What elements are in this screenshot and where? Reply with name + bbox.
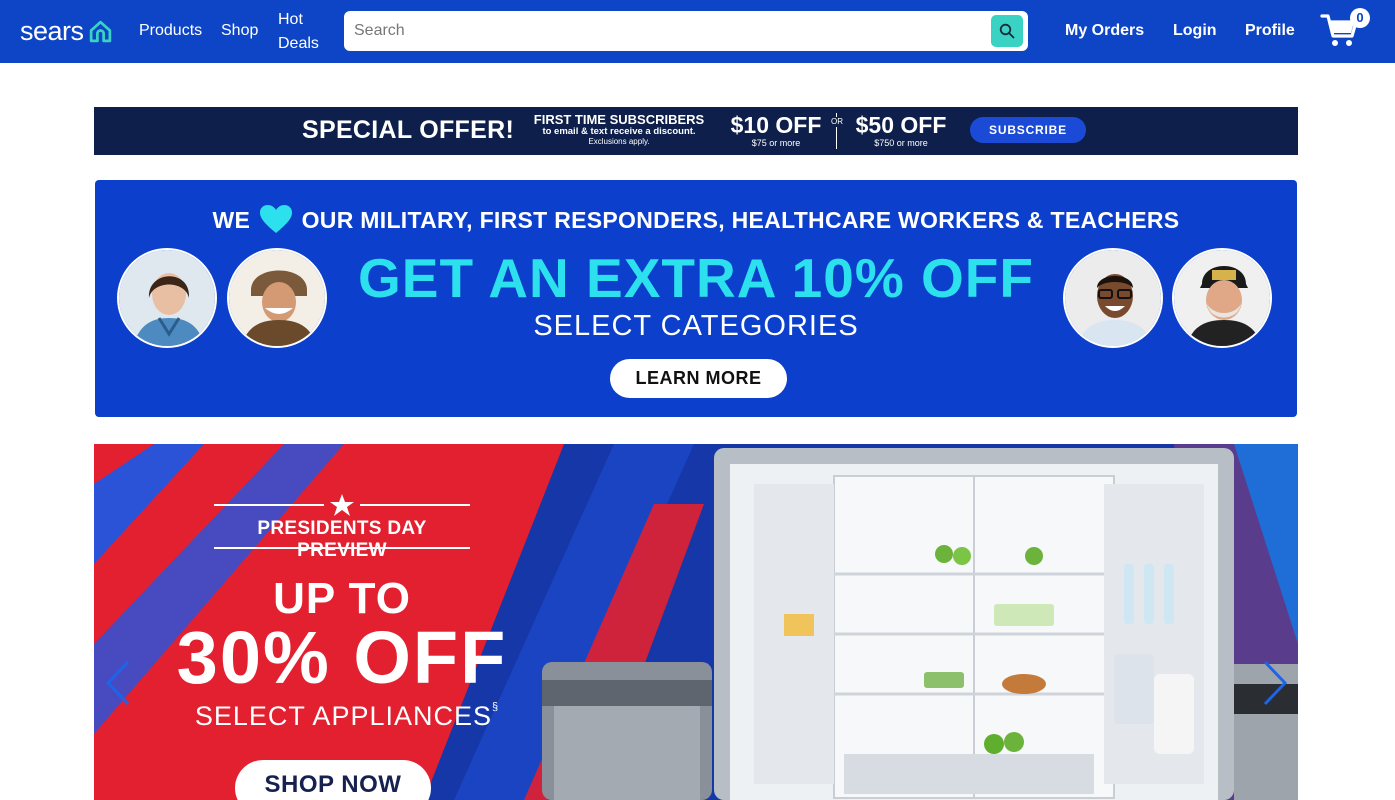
cart-count-badge: 0 [1350, 8, 1370, 28]
subscribe-button[interactable]: SUBSCRIBE [970, 117, 1086, 143]
offer-amount: $10 OFF [730, 112, 822, 138]
avatar-teacher [1063, 248, 1163, 348]
cart-button[interactable]: 0 [1320, 8, 1370, 48]
search-icon [999, 23, 1015, 39]
sears-logo[interactable]: sears [20, 14, 113, 48]
promo-offer-10: $10 OFF $75 or more [726, 112, 826, 148]
search-button[interactable] [991, 15, 1023, 47]
pd-select-mark: § [492, 701, 500, 713]
hero1-top-suffix: OUR MILITARY, FIRST RESPONDERS, HEALTHCA… [301, 207, 1180, 233]
hero1-top-prefix: WE [212, 207, 251, 233]
my-orders-link[interactable]: My Orders [1065, 19, 1144, 43]
search-input[interactable] [344, 11, 984, 51]
hero1-top-line: WE OUR MILITARY, FIRST RESPONDERS, HEALT… [95, 204, 1297, 234]
shop-now-button[interactable]: SHOP NOW [235, 760, 431, 800]
logo-text: sears [20, 15, 84, 46]
learn-more-button[interactable]: LEARN MORE [610, 359, 787, 398]
login-link[interactable]: Login [1173, 19, 1217, 43]
nav-hot-deals[interactable]: Hot Deals [278, 8, 322, 56]
heart-icon [259, 205, 292, 233]
pd-kicker: PRESIDENTS DAY PREVIEW [257, 518, 427, 561]
promo-exclusions: Exclusions apply. [588, 137, 650, 146]
offer-minimum: $75 or more [751, 138, 801, 148]
offer-amount: $50 OFF [855, 112, 947, 138]
promo-headline: SPECIAL OFFER! [302, 116, 515, 144]
nav-products[interactable]: Products [139, 19, 202, 43]
promo-discount-line: to email & text receive a discount. [542, 126, 696, 137]
nav-shop[interactable]: Shop [221, 19, 258, 43]
pd-select-appliances: SELECT APPLIANCES§ [174, 701, 520, 732]
site-header: sears Products Shop Hot Deals My Orders … [0, 0, 1395, 63]
carousel-next-icon[interactable] [1259, 658, 1289, 708]
subscribe-promo-banner[interactable]: SPECIAL OFFER! FIRST TIME SUBSCRIBERS to… [94, 107, 1298, 155]
profile-link[interactable]: Profile [1245, 19, 1295, 43]
promo-subscribers-line: FIRST TIME SUBSCRIBERS [533, 112, 705, 127]
search-bar [344, 11, 1028, 51]
promo-offer-50: $50 OFF $750 or more [848, 112, 954, 148]
pd-percent: 30% OFF [176, 616, 508, 699]
presidents-day-banner[interactable]: PRESIDENTS DAY PREVIEW UP TO 30% OFF SEL… [94, 444, 1298, 800]
pd-select-text: SELECT APPLIANCES [194, 701, 492, 731]
military-discount-banner[interactable]: WE OUR MILITARY, FIRST RESPONDERS, HEALT… [95, 180, 1297, 417]
offer-minimum: $750 or more [874, 138, 928, 148]
sears-home-icon [89, 20, 111, 42]
promo-or: OR [831, 117, 843, 127]
avatar-veteran [1172, 248, 1272, 348]
carousel-prev-icon[interactable] [104, 658, 134, 708]
promo-subscriber-text: FIRST TIME SUBSCRIBERS to email & text r… [526, 112, 712, 147]
